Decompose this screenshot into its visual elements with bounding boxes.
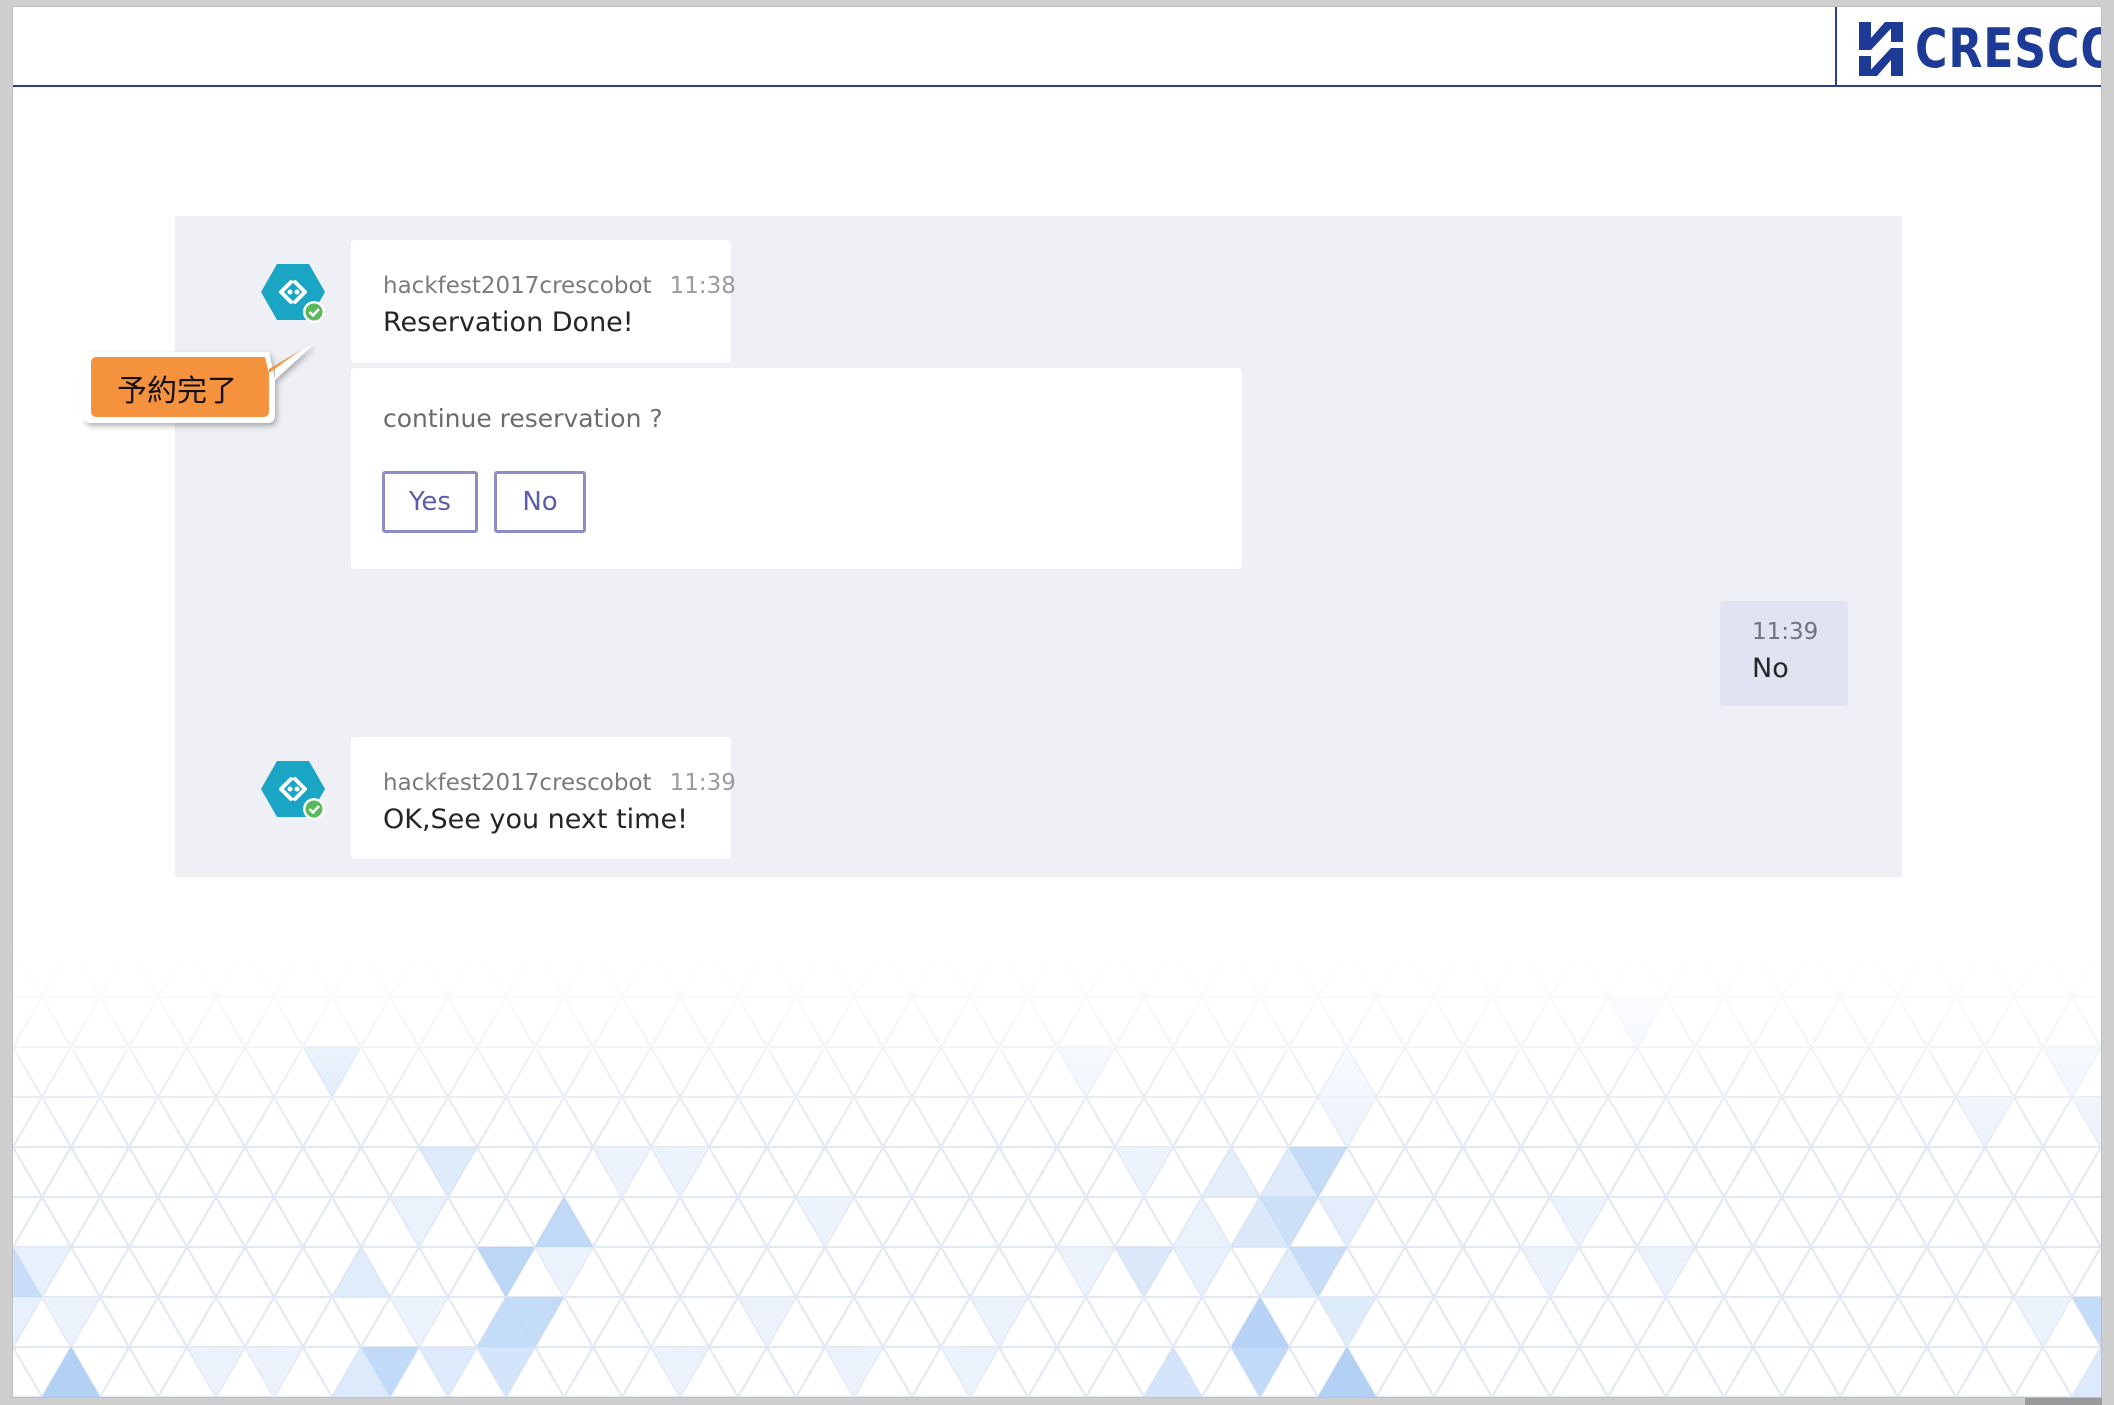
logo-mark-icon <box>1859 22 1903 76</box>
message-time: 11:39 <box>1752 619 1819 645</box>
card-prompt: continue reservation ? <box>383 404 663 433</box>
yes-button[interactable]: Yes <box>382 471 478 533</box>
logo-text: CRESCO <box>1915 17 2102 80</box>
bot-avatar-icon <box>261 264 325 323</box>
chat-panel: hackfest2017crescobot 11:38 Reservation D… <box>175 216 1902 877</box>
message-text: OK,See you next time! <box>383 804 688 835</box>
callout-label: 予約完了 <box>117 374 237 409</box>
company-logo: CRESCO <box>1855 17 2102 80</box>
user-message-bubble: 11:39 No <box>1720 601 1848 706</box>
choice-card: continue reservation ? Yes No <box>351 368 1242 569</box>
slide: CRESCO hackfest2017crescobot 11:38 Reser… <box>12 6 2102 1398</box>
bot-message-bubble: hackfest2017crescobot 11:38 Reservation D… <box>351 240 736 363</box>
sender-name: hackfest2017crescobot <box>383 770 652 796</box>
bot-avatar-icon <box>261 761 325 820</box>
bot-message-bubble: hackfest2017crescobot 11:39 OK,See you ne… <box>351 737 736 859</box>
no-button[interactable]: No <box>494 471 586 533</box>
message-time: 11:38 <box>669 273 736 299</box>
message-time: 11:39 <box>669 770 736 796</box>
sender-name: hackfest2017crescobot <box>383 273 652 299</box>
scroll-indicator <box>2025 1398 2102 1405</box>
header-divider <box>1835 7 1837 87</box>
message-meta: hackfest2017crescobot 11:39 <box>383 770 736 796</box>
header-rule <box>13 85 2101 87</box>
message-meta: hackfest2017crescobot 11:38 <box>383 273 736 299</box>
message-text: Reservation Done! <box>383 307 634 338</box>
message-text: No <box>1752 653 1789 684</box>
triangle-background-pattern <box>13 947 2101 1397</box>
